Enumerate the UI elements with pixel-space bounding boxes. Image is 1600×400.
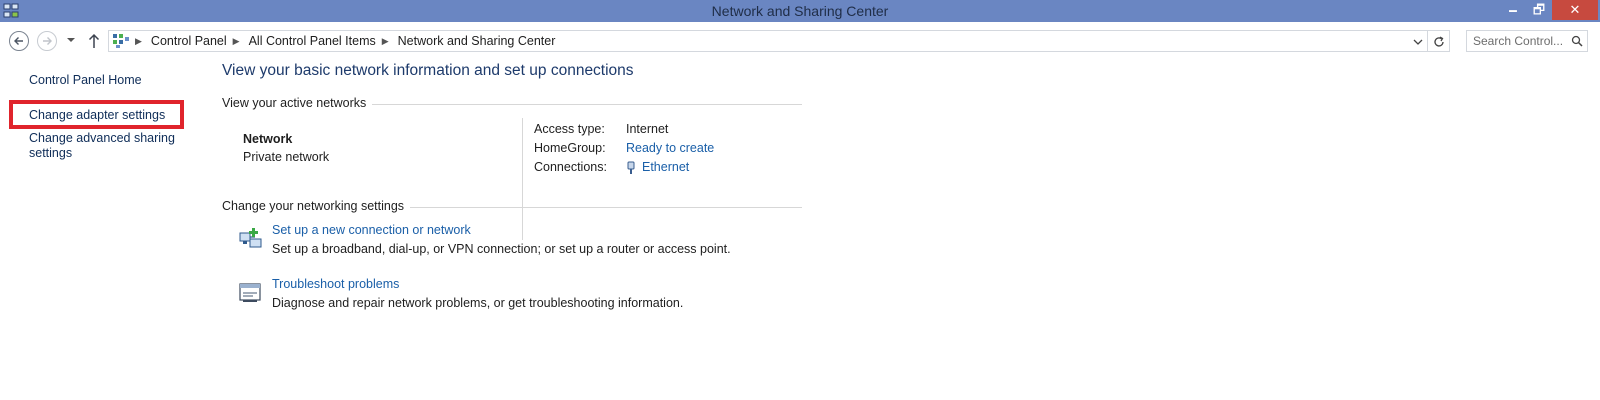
breadcrumb-all-items[interactable]: All Control Panel Items (249, 34, 376, 48)
breadcrumb: ▶ Control Panel ▶ All Control Panel Item… (135, 34, 555, 48)
control-panel-home-link[interactable]: Control Panel Home (29, 73, 204, 88)
connections-label: Connections: (534, 160, 607, 174)
ethernet-icon (627, 161, 635, 174)
breadcrumb-control-panel[interactable]: Control Panel (151, 34, 227, 48)
section-label: Change your networking settings (222, 199, 411, 213)
change-advanced-sharing-link[interactable]: Change advanced sharing settings (29, 131, 204, 161)
search-icon[interactable] (1571, 35, 1583, 47)
access-type-label: Access type: (534, 122, 605, 136)
back-button[interactable] (9, 31, 29, 51)
troubleshoot-link[interactable]: Troubleshoot problems (272, 277, 399, 291)
window-title: Network and Sharing Center (711, 3, 889, 19)
setup-connection-description: Set up a broadband, dial-up, or VPN conn… (272, 242, 731, 256)
chevron-right-icon[interactable]: ▶ (382, 36, 389, 47)
active-networks-section: View your active networks (222, 96, 802, 110)
left-pane: Control Panel Home Change adapter settin… (0, 60, 210, 400)
troubleshoot-icon (239, 283, 261, 302)
troubleshoot-description: Diagnose and repair network problems, or… (272, 296, 684, 310)
network-divider (522, 118, 523, 240)
arrow-left-icon (14, 37, 23, 45)
address-bar[interactable]: ▶ Control Panel ▶ All Control Panel Item… (108, 30, 1428, 52)
search-input[interactable] (1473, 34, 1571, 48)
networking-settings-section: Change your networking settings (222, 199, 802, 213)
forward-button[interactable] (37, 31, 57, 51)
chevron-right-icon[interactable]: ▶ (233, 36, 240, 47)
new-connection-icon (239, 228, 262, 248)
refresh-icon (1434, 36, 1444, 47)
network-name: Network (243, 132, 293, 146)
section-label: View your active networks (222, 96, 373, 110)
minimize-button[interactable]: 🗕 (1500, 0, 1526, 20)
title-bar: Network and Sharing Center 🗕 🗗 ✕ (0, 0, 1600, 22)
maximize-button[interactable]: 🗗 (1526, 0, 1552, 20)
search-box[interactable] (1466, 30, 1588, 52)
chevron-right-icon[interactable]: ▶ (135, 36, 142, 47)
recent-locations-icon[interactable] (66, 35, 76, 45)
control-panel-icon (113, 34, 129, 48)
close-button[interactable]: ✕ (1552, 0, 1598, 20)
setup-connection-link[interactable]: Set up a new connection or network (272, 223, 471, 237)
network-type[interactable]: Private network (243, 150, 329, 164)
homegroup-label: HomeGroup: (534, 141, 606, 155)
main-pane: View your basic network information and … (222, 60, 1592, 400)
page-title: View your basic network information and … (222, 62, 634, 79)
access-type-value: Internet (626, 122, 669, 136)
chevron-down-icon[interactable] (1411, 35, 1425, 49)
change-adapter-settings-link[interactable]: Change adapter settings (29, 108, 204, 123)
up-arrow-icon[interactable] (86, 31, 102, 51)
arrow-right-icon (43, 37, 52, 45)
homegroup-link[interactable]: Ready to create (626, 141, 714, 155)
ethernet-link[interactable]: Ethernet (642, 160, 689, 174)
refresh-button[interactable] (1428, 30, 1450, 52)
breadcrumb-network-center[interactable]: Network and Sharing Center (398, 34, 556, 48)
navigation-bar: ▶ Control Panel ▶ All Control Panel Item… (0, 22, 1600, 60)
